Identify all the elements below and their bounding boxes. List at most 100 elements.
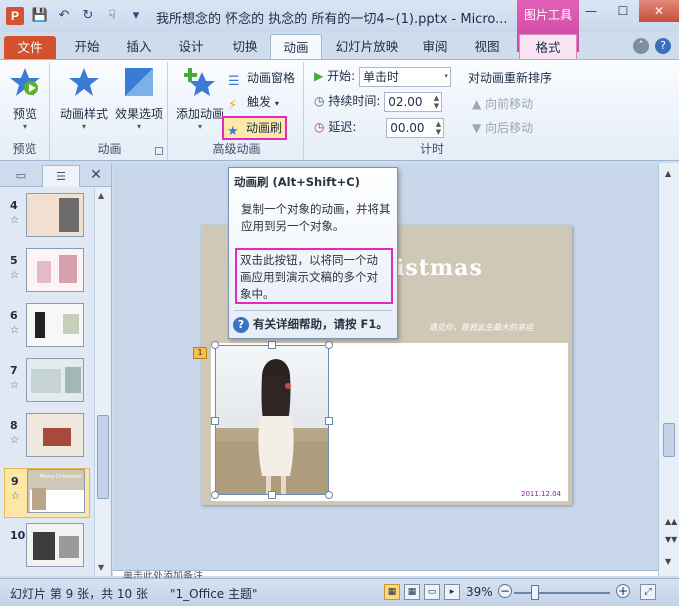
girl-in-field-image [216,346,328,494]
slide-subtitle[interactable]: 遇见你，是我此生最大的幸运 [429,322,533,333]
slide-number: 5 [10,254,18,267]
resize-handle[interactable] [268,341,276,349]
slide-thumbnail[interactable]: 6 ☆ [4,303,90,353]
effect-options-button[interactable]: 效果选项 ▾ [112,66,166,131]
scrollbar-thumb[interactable] [663,423,675,457]
add-animation-button[interactable]: 添加动画 ▾ [172,66,228,131]
tab-file[interactable]: 文件 [4,36,56,60]
zoom-slider-thumb[interactable] [531,585,539,600]
animation-star-icon: ☆ [10,325,19,336]
tab-insert[interactable]: 插入 [116,34,162,60]
tooltip-help-text: 有关详细帮助，请按 F1。 [253,317,388,331]
scroll-down-icon[interactable]: ▼ [665,557,671,566]
resize-handle[interactable] [211,341,219,349]
close-icon[interactable]: ✕ [639,0,679,22]
animation-star-icon: ☆ [10,215,19,226]
redo-icon[interactable]: ↻ [78,6,98,26]
group-label-animation: 动画 [97,142,122,156]
slide-vertical-scrollbar[interactable]: ▲ ▲▲ ▼▼ ▼ [658,163,679,576]
selected-picture[interactable] [215,345,329,495]
delay-input[interactable]: 00.00 ▲ ▼ [386,117,445,138]
slide-thumbnail-selected[interactable]: 9 ☆ Merry Christmas [4,468,90,518]
animation-dialog-launcher-icon[interactable] [155,147,163,155]
tab-transitions[interactable]: 切换 [222,34,268,60]
resize-handle[interactable] [325,417,333,425]
save-icon[interactable]: 💾 [30,6,50,26]
tab-slideshow[interactable]: 幻灯片放映 [330,34,404,60]
resize-handle[interactable] [325,491,333,499]
down-arrow-icon: ▼ [472,121,482,135]
move-later-button[interactable]: ▼ 向后移动 [472,118,533,138]
undo-icon[interactable]: ↶ [54,6,74,26]
slideshow-view-icon[interactable]: ▸ [444,584,460,600]
scroll-down-icon[interactable]: ▼ [98,563,104,572]
slides-tab-icon[interactable]: ▭ [2,165,40,187]
duration-spinner[interactable]: ▲ ▼ [434,94,439,110]
add-animation-icon [183,68,215,96]
next-slide-icon[interactable]: ▼▼ [665,535,677,544]
tooltip-separator [234,310,392,311]
slide-thumbnail[interactable]: 10 [4,523,90,573]
animation-pane-button[interactable]: ☰ 动画窗格 [228,68,295,89]
help-icon[interactable]: ? [655,38,671,54]
zoom-slider-track[interactable] [514,592,610,594]
duration-value: 02.00 [388,94,423,109]
animation-styles-button[interactable]: 动画样式 ▾ [56,66,112,131]
effect-options-label: 效果选项 [114,107,163,121]
group-label-timing: 计时 [419,142,444,156]
effect-options-icon [125,68,153,96]
slide-number: 8 [10,419,18,432]
animation-order-badge[interactable]: 1 [193,347,207,359]
previous-slide-icon[interactable]: ▲▲ [665,517,677,526]
delay-value: 00.00 [390,120,425,135]
scrollbar-thumb[interactable] [97,415,109,499]
slide-thumbnail[interactable]: 8 ☆ [4,413,90,463]
ribbon-tabs: 文件 开始 插入 设计 切换 动画 幻灯片放映 审阅 视图 格式 ˄ ? [0,32,679,60]
zoom-in-icon[interactable]: + [616,584,630,598]
animation-painter-label: 动画刷 [246,121,283,135]
resize-handle[interactable] [211,417,219,425]
move-earlier-button[interactable]: ▲ 向前移动 [472,94,533,114]
reading-view-icon[interactable]: ▭ [424,584,440,600]
delay-spinner[interactable]: ▲ ▼ [436,120,441,136]
customize-qat-icon[interactable]: ▾ [126,6,146,26]
move-earlier-label: 向前移动 [485,97,534,111]
preview-button[interactable]: 预览 ▾ [6,66,44,131]
resize-handle[interactable] [268,491,276,499]
slide-thumbnail[interactable]: 4 ☆ [4,193,90,243]
animation-painter-button[interactable]: ★ 动画刷 [222,116,288,140]
slides-panel-scrollbar[interactable]: ▲ ▼ [94,187,110,576]
collapse-ribbon-icon[interactable]: ˄ [633,38,649,54]
minimize-icon[interactable]: — [575,0,607,22]
start-select[interactable]: 单击时 ▾ [358,66,451,87]
outline-tab-icon[interactable]: ☰ [42,165,80,187]
duration-input[interactable]: 02.00 ▲ ▼ [384,91,443,112]
tab-review[interactable]: 审阅 [412,34,458,60]
fit-to-window-icon[interactable]: ⤢ [640,584,656,600]
touch-mode-icon[interactable]: ☟ [102,6,122,26]
slide-thumbnail[interactable]: 5 ☆ [4,248,90,298]
slide-sorter-view-icon[interactable]: ▦ [404,584,420,600]
trigger-button[interactable]: ⚡ 触发 ▾ [228,92,279,113]
slide-date[interactable]: 2011.12.04 [521,490,561,498]
slide-title[interactable]: istmas [396,255,483,281]
tab-design[interactable]: 设计 [168,34,214,60]
maximize-icon[interactable]: ☐ [607,0,639,22]
resize-handle[interactable] [325,341,333,349]
scroll-up-icon[interactable]: ▲ [665,169,671,178]
tab-animations[interactable]: 动画 [270,34,322,60]
tab-home[interactable]: 开始 [64,34,110,60]
panel-close-icon[interactable]: ✕ [87,166,105,184]
tab-view[interactable]: 视图 [464,34,510,60]
powerpoint-app-icon[interactable]: P [6,7,24,25]
zoom-out-icon[interactable]: − [498,584,512,598]
tab-format[interactable]: 格式 [519,34,577,60]
group-advanced-animation: 添加动画 ▾ ☰ 动画窗格 ⚡ 触发 ▾ ★ 动画刷 高级动画 [170,62,304,160]
scroll-up-icon[interactable]: ▲ [98,191,104,200]
notes-pane[interactable]: 单击此处添加备注 [113,570,658,582]
group-label-preview: 预览 [12,142,37,156]
slide-thumbnail[interactable]: 7 ☆ [4,358,90,408]
resize-handle[interactable] [211,491,219,499]
zoom-level[interactable]: 39% [466,585,493,599]
normal-view-icon[interactable]: ▦ [384,584,400,600]
